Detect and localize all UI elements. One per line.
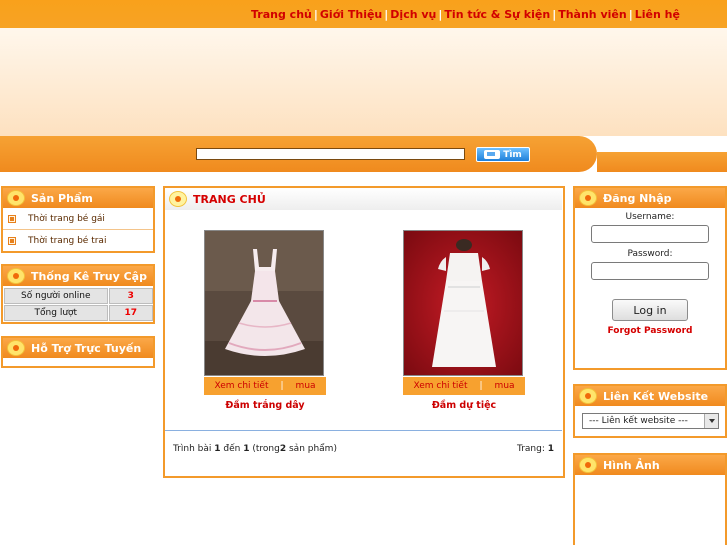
images-box: Hình Ảnh: [573, 453, 727, 545]
pager-summary: Trình bài 1 đến 1 (trong2 sản phẩm): [173, 444, 337, 454]
links-box: Liên Kết Website --- Liên kết website --…: [573, 384, 727, 438]
product-name[interactable]: Đầm trắng dây: [204, 400, 326, 411]
pager-page[interactable]: 1: [548, 444, 554, 454]
flower-icon: [579, 457, 597, 473]
flower-icon: [579, 388, 597, 404]
nav-contact[interactable]: Liên hệ: [635, 8, 680, 21]
pager-total-close: sản phẩm): [288, 444, 337, 454]
nav-about[interactable]: Giới Thiệu: [320, 8, 382, 21]
separator: |: [280, 381, 284, 391]
search-icon: [484, 150, 501, 159]
category-label: Thời trang bé trai: [28, 236, 107, 246]
username-label: Username:: [625, 212, 675, 222]
page: Trang chủ | Giới Thiệu | Dịch vụ | Tin tức & S…: [0, 0, 727, 545]
login-box: Đăng Nhập Username: Password: Log in For…: [573, 186, 727, 370]
stats-table: Số người online 3 Tổng lượt 17: [3, 286, 153, 321]
bullet-icon: [8, 237, 16, 245]
forgot-password-link[interactable]: Forgot Password: [575, 326, 725, 336]
pager-page-label: Trang:: [517, 444, 545, 454]
nav-separator: |: [552, 8, 557, 21]
category-label: Thời trang bé gái: [28, 213, 105, 224]
pager-pages: Trang: 1: [517, 444, 554, 454]
category-item-boys[interactable]: Thời trang bé trai: [3, 230, 153, 252]
support-box: Hỗ Trợ Trực Tuyến: [1, 336, 155, 368]
password-field[interactable]: [591, 262, 709, 280]
products-box: Sản Phẩm Thời trang bé gái Thời trang bé…: [1, 186, 155, 253]
stats-row-online: Số người online 3: [4, 288, 153, 304]
links-select[interactable]: --- Liên kết website ---: [582, 413, 719, 429]
nav-separator: |: [628, 8, 633, 21]
product-actions: Xem chi tiết | mua: [403, 377, 525, 395]
pager-from: 1: [214, 444, 221, 454]
products-box-header: Sản Phẩm: [3, 188, 153, 208]
product-image[interactable]: [403, 230, 523, 376]
password-label: Password:: [627, 249, 673, 259]
product-actions: Xem chi tiết | mua: [204, 377, 326, 395]
bullet-icon: [8, 214, 16, 223]
nav-separator: |: [313, 8, 318, 21]
support-box-header: Hỗ Trợ Trực Tuyến: [3, 338, 153, 358]
images-box-title: Hình Ảnh: [603, 458, 660, 472]
search-button[interactable]: Tìm: [476, 147, 530, 162]
buy-link[interactable]: mua: [296, 381, 316, 391]
search-button-label: Tìm: [503, 149, 522, 160]
chevron-down-icon: [704, 414, 718, 428]
login-box-title: Đăng Nhập: [603, 191, 672, 205]
main-menu: Trang chủ | Giới Thiệu | Dịch vụ | Tin tức & S…: [251, 8, 680, 21]
stats-box-header: Thống Kê Truy Cập: [3, 266, 153, 286]
separator: |: [479, 381, 483, 391]
flower-icon: [7, 190, 25, 206]
banner: [0, 28, 727, 136]
stats-label: Số người online: [4, 288, 108, 304]
flower-icon: [7, 268, 25, 284]
party-dress-image: [404, 231, 522, 375]
stats-row-total: Tổng lượt 17: [4, 305, 153, 321]
buy-link[interactable]: mua: [495, 381, 515, 391]
stats-label: Tổng lượt: [4, 305, 108, 321]
login-button[interactable]: Log in: [612, 299, 688, 321]
pager-to: 1: [243, 444, 250, 454]
stats-box: Thống Kê Truy Cập Số người online 3 Tổng…: [1, 264, 155, 324]
flower-icon: [579, 190, 597, 206]
pager-to-word: đến: [223, 444, 241, 454]
product-name[interactable]: Đầm dự tiệc: [403, 400, 525, 411]
flower-icon: [7, 340, 25, 356]
top-nav: Trang chủ | Giới Thiệu | Dịch vụ | Tin tức & S…: [0, 0, 727, 28]
main-header: TRANG CHỦ: [165, 188, 562, 210]
login-box-header: Đăng Nhập: [575, 188, 725, 208]
flower-icon: [169, 191, 187, 207]
stats-value: 17: [108, 305, 153, 321]
category-item-girls[interactable]: Thời trang bé gái: [3, 208, 153, 230]
links-select-value: --- Liên kết website ---: [589, 416, 688, 426]
stats-box-title: Thống Kê Truy Cập: [31, 269, 147, 283]
links-box-title: Liên Kết Website: [603, 389, 709, 403]
stats-value: 3: [108, 288, 153, 304]
nav-separator: |: [438, 8, 443, 21]
support-box-title: Hỗ Trợ Trực Tuyến: [31, 341, 142, 355]
links-box-header: Liên Kết Website: [575, 386, 725, 406]
search-bar-extension: [597, 152, 727, 172]
products-box-title: Sản Phẩm: [31, 191, 93, 205]
view-detail-link[interactable]: Xem chi tiết: [214, 381, 268, 391]
product-card: Xem chi tiết | mua Đầm dự tiệc: [403, 230, 525, 411]
pager-total-open: (trong: [252, 444, 280, 454]
images-box-header: Hình Ảnh: [575, 455, 725, 475]
pager: Trình bài 1 đến 1 (trong2 sản phẩm) Tran…: [165, 430, 562, 476]
nav-news[interactable]: Tin tức & Sự kiện: [444, 8, 550, 21]
product-image[interactable]: [204, 230, 324, 376]
username-field[interactable]: [591, 225, 709, 243]
product-card: Xem chi tiết | mua Đầm trắng dây: [204, 230, 326, 411]
nav-members[interactable]: Thành viên: [558, 8, 626, 21]
white-dress-image: [205, 231, 323, 375]
nav-home[interactable]: Trang chủ: [251, 8, 312, 21]
view-detail-link[interactable]: Xem chi tiết: [413, 381, 467, 391]
search-input[interactable]: [196, 148, 465, 160]
pager-prefix: Trình bài: [173, 444, 212, 454]
page-title: TRANG CHỦ: [193, 192, 266, 206]
pager-total: 2: [279, 444, 287, 454]
nav-separator: |: [384, 8, 389, 21]
nav-services[interactable]: Dịch vụ: [390, 8, 436, 21]
